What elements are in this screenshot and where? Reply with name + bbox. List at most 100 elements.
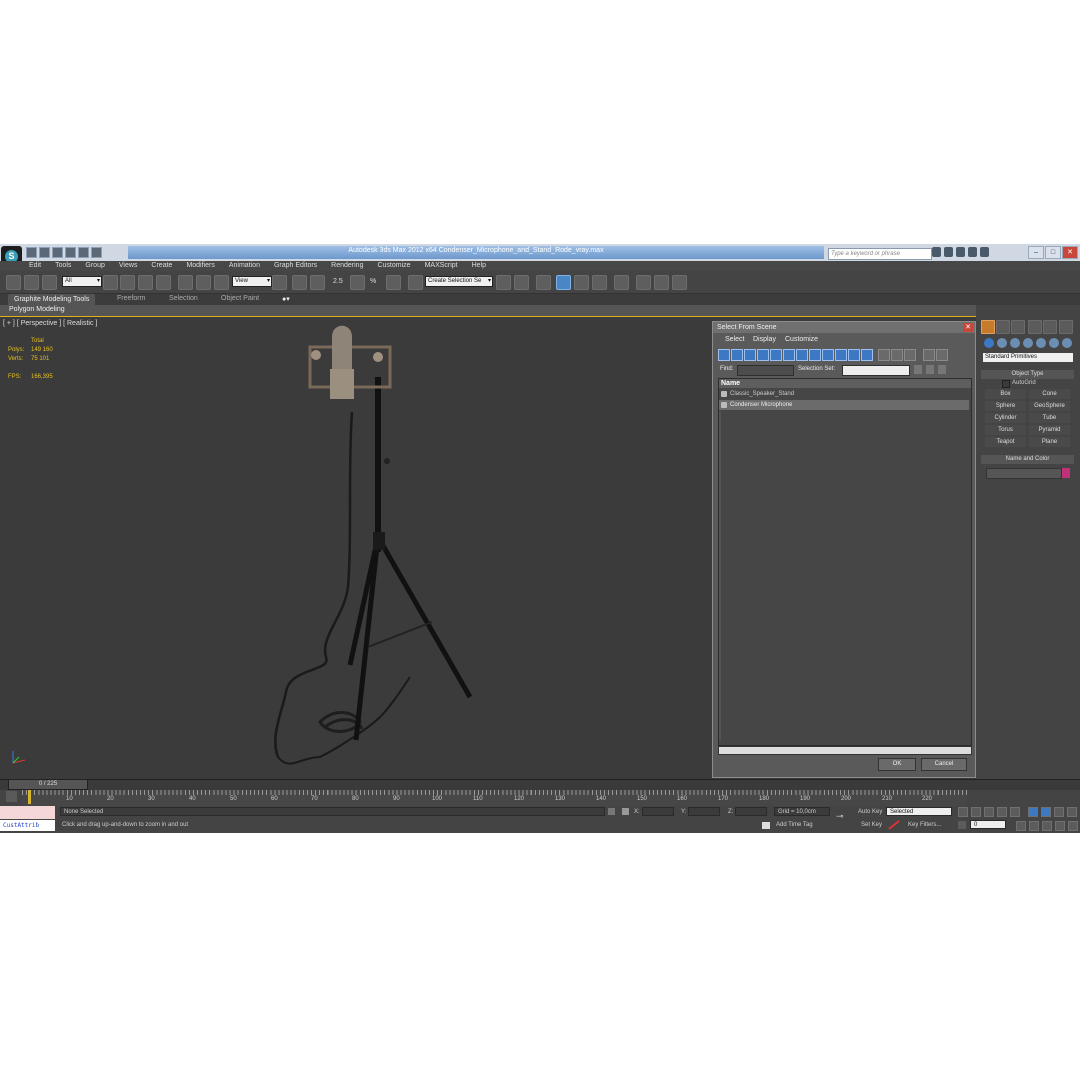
tab-freeform[interactable]: Freeform: [117, 295, 145, 302]
box-button[interactable]: Box: [985, 389, 1026, 399]
open-file-icon[interactable]: [39, 247, 50, 258]
filter-helpers-icon[interactable]: [770, 349, 782, 361]
tab-selection[interactable]: Selection: [169, 295, 198, 302]
filter-frozen-icon[interactable]: [848, 349, 860, 361]
search-input[interactable]: Type a keyword or phrase: [828, 248, 932, 260]
time-configuration-icon[interactable]: [1016, 821, 1026, 831]
trackbar-toggle-icon[interactable]: [6, 791, 17, 802]
menu-tools[interactable]: Tools: [48, 261, 78, 271]
z-coordinate-field[interactable]: [735, 807, 767, 816]
render-production-icon[interactable]: [672, 275, 687, 290]
menu-create[interactable]: Create: [144, 261, 179, 271]
reference-coordinate-dropdown[interactable]: View: [232, 276, 272, 287]
menu-views[interactable]: Views: [112, 261, 145, 271]
track-bar[interactable]: 10 20 30 40 50 60 70 80 90 100 110 120 1…: [22, 790, 967, 806]
cancel-button[interactable]: Cancel: [921, 758, 967, 771]
select-object-icon[interactable]: [103, 275, 118, 290]
angle-snap-icon[interactable]: [350, 275, 365, 290]
binoculars-icon[interactable]: [932, 247, 941, 257]
list-item[interactable]: Condenser Microphone: [719, 400, 969, 410]
x-coordinate-field[interactable]: [642, 807, 674, 816]
mirror-icon[interactable]: [496, 275, 511, 290]
menu-edit[interactable]: Edit: [22, 261, 48, 271]
zoom-extents-icon[interactable]: [1054, 807, 1064, 817]
edit-set-icon[interactable]: [926, 365, 934, 374]
ribbon-options-icon[interactable]: ●▾: [282, 295, 290, 303]
tube-button[interactable]: Tube: [1029, 413, 1070, 423]
pyramid-button[interactable]: Pyramid: [1029, 425, 1070, 435]
filter-bones-icon[interactable]: [822, 349, 834, 361]
filter-cameras-icon[interactable]: [757, 349, 769, 361]
help-icon[interactable]: [980, 247, 989, 257]
perspective-viewport[interactable]: [ + ] [ Perspective ] [ Realistic ] Tota…: [0, 316, 976, 780]
time-slider[interactable]: 0 / 225: [8, 779, 88, 790]
dialog-close-button[interactable]: ✕: [963, 323, 973, 332]
add-time-tag-button[interactable]: Add Time Tag: [776, 822, 813, 828]
display-invert-icon[interactable]: [904, 349, 916, 361]
close-window-button[interactable]: ✕: [1062, 246, 1078, 259]
systems-icon[interactable]: [1062, 338, 1072, 348]
key-mode-dropdown[interactable]: Selected: [886, 807, 952, 816]
filter-groups-icon[interactable]: [796, 349, 808, 361]
maxscript-listener-top[interactable]: [0, 806, 55, 819]
viewport-label[interactable]: [ + ] [ Perspective ] [ Realistic ]: [3, 320, 97, 327]
display-all-icon[interactable]: [878, 349, 890, 361]
zoom-icon[interactable]: [1029, 821, 1039, 831]
percent-snap-label[interactable]: %: [370, 278, 376, 285]
curve-editor-icon[interactable]: [574, 275, 589, 290]
key-mode-icon[interactable]: [958, 821, 966, 829]
zoom-all-icon[interactable]: [1067, 807, 1077, 817]
dialog-menu-display[interactable]: Display: [753, 336, 776, 343]
select-manipulate-icon[interactable]: [292, 275, 307, 290]
filter-shapes-icon[interactable]: [731, 349, 743, 361]
redo-icon[interactable]: [78, 247, 89, 258]
geosphere-button[interactable]: GeoSphere: [1029, 401, 1070, 411]
schematic-view-icon[interactable]: [592, 275, 607, 290]
rectangle-selection-icon[interactable]: [138, 275, 153, 290]
window-crossing-icon[interactable]: [156, 275, 171, 290]
filter-hidden-icon[interactable]: [861, 349, 873, 361]
cylinder-button[interactable]: Cylinder: [985, 413, 1026, 423]
maxscript-mini-listener[interactable]: CustAttrib: [0, 820, 55, 831]
edit-named-selection-icon[interactable]: [408, 275, 423, 290]
hierarchy-tab-icon[interactable]: [1011, 320, 1025, 334]
space-warps-icon[interactable]: [1049, 338, 1059, 348]
named-selection-dropdown[interactable]: Create Selection Se: [425, 276, 493, 287]
next-frame-icon[interactable]: [997, 807, 1007, 817]
name-and-color-rollout[interactable]: Name and Color: [981, 455, 1074, 464]
tab-graphite-modeling-tools[interactable]: Graphite Modeling Tools: [8, 294, 96, 305]
menu-graph-editors[interactable]: Graph Editors: [267, 261, 324, 271]
auto-key-button[interactable]: Auto Key: [858, 809, 882, 815]
scale-icon[interactable]: [214, 275, 229, 290]
menu-maxscript[interactable]: MAXScript: [418, 261, 465, 271]
link-icon[interactable]: [6, 275, 21, 290]
pivot-center-icon[interactable]: [272, 275, 287, 290]
menu-animation[interactable]: Animation: [222, 261, 267, 271]
layer-manager-icon[interactable]: [536, 275, 551, 290]
keyboard-shortcut-icon[interactable]: [310, 275, 325, 290]
sync-selection-icon[interactable]: [936, 349, 948, 361]
maximize-viewport-icon[interactable]: [1068, 821, 1078, 831]
bind-space-warp-icon[interactable]: [42, 275, 57, 290]
snap-toggle-label[interactable]: 2.5: [333, 278, 343, 285]
category-dropdown[interactable]: Standard Primitives: [983, 353, 1073, 362]
previous-frame-icon[interactable]: [971, 807, 981, 817]
selection-filter-dropdown[interactable]: All: [62, 276, 102, 287]
go-to-start-icon[interactable]: [958, 807, 968, 817]
filter-spacewarps-icon[interactable]: [783, 349, 795, 361]
subscription-icon[interactable]: [944, 247, 953, 257]
create-tab-icon[interactable]: [981, 320, 995, 334]
new-file-icon[interactable]: [26, 247, 37, 258]
torus-button[interactable]: Torus: [985, 425, 1026, 435]
dialog-menu-customize[interactable]: Customize: [785, 336, 818, 343]
filter-funnel-icon[interactable]: [923, 349, 935, 361]
menu-rendering[interactable]: Rendering: [324, 261, 370, 271]
align-icon[interactable]: [514, 275, 529, 290]
find-input[interactable]: [737, 365, 794, 376]
select-set-icon[interactable]: [938, 365, 946, 374]
save-file-icon[interactable]: [52, 247, 63, 258]
cone-button[interactable]: Cone: [1029, 389, 1070, 399]
spinner-snap-icon[interactable]: [386, 275, 401, 290]
menu-customize[interactable]: Customize: [370, 261, 417, 271]
teapot-button[interactable]: Teapot: [985, 437, 1026, 447]
